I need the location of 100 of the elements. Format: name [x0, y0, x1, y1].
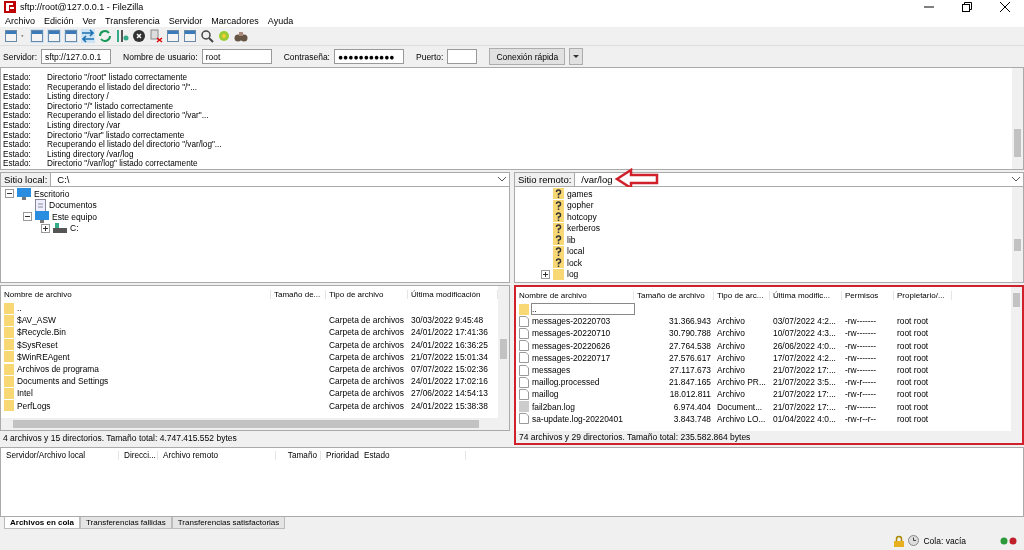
tree-item[interactable]: local: [567, 246, 585, 257]
file-name[interactable]: ..: [17, 303, 22, 314]
file-name[interactable]: $SysReset: [17, 339, 58, 350]
expander-icon[interactable]: [541, 269, 550, 279]
column-header[interactable]: Nombre de archivo: [516, 290, 634, 300]
table-cell-text: 21/07/2022 17:...: [772, 401, 837, 412]
tree-item[interactable]: Escritorio: [34, 188, 70, 199]
menu-item[interactable]: Edición: [44, 15, 74, 26]
tree-item[interactable]: lock: [567, 257, 583, 268]
file-name[interactable]: sa-update.log-20220401: [532, 413, 623, 424]
column-header[interactable]: Última modific...: [770, 290, 842, 300]
file-name[interactable]: $WinREAgent: [17, 351, 70, 362]
column-header[interactable]: Direcci...: [119, 450, 158, 460]
scrollbar[interactable]: [1011, 287, 1022, 431]
scrollbar[interactable]: [498, 286, 509, 418]
folder-icon: [4, 375, 14, 387]
table-cell-text: 24/01/2022 16:36:25: [410, 339, 489, 350]
tree-item[interactable]: lib: [567, 234, 576, 245]
column-header[interactable]: Prioridad: [321, 450, 359, 460]
file-name[interactable]: Documents and Settings: [17, 376, 109, 387]
tree-item[interactable]: games: [567, 188, 593, 199]
menu-item[interactable]: Ayuda: [267, 15, 294, 26]
column-header[interactable]: Propietario/...: [894, 290, 952, 300]
table-cell-text: 03/07/2022 4:2...: [772, 316, 837, 327]
file-name[interactable]: Archivos de programa: [17, 364, 99, 375]
tree-item[interactable]: Documentos: [49, 200, 97, 211]
cancel-icon[interactable]: [132, 29, 146, 43]
table-cell-text: 27.117.673: [668, 365, 712, 376]
tab[interactable]: Transferencias satisfactorias: [171, 517, 286, 529]
column-header[interactable]: Servidor/Archivo local: [1, 450, 119, 460]
quickconnect-button[interactable]: Conexión rápida: [489, 48, 566, 65]
scrollbar[interactable]: [1, 418, 509, 430]
tab[interactable]: Archivos en cola: [4, 517, 81, 529]
port-field[interactable]: [447, 49, 478, 64]
table-cell-text: 24/01/2022 15:38:38: [410, 400, 489, 411]
file-name[interactable]: $Recycle.Bin: [17, 327, 66, 338]
log-status-label: Estado:: [3, 82, 32, 92]
search-icon[interactable]: [200, 29, 214, 43]
column-header[interactable]: Tamaño de...: [271, 289, 326, 299]
file-icon: [519, 352, 529, 364]
file-name[interactable]: messages-20220710: [532, 328, 611, 339]
column-header[interactable]: Permisos: [842, 290, 894, 300]
table-cell-text: root root: [896, 340, 930, 351]
close-icon[interactable]: [1000, 2, 1010, 12]
column-header[interactable]: Tipo de archivo: [326, 289, 408, 299]
scrollbar[interactable]: [1012, 187, 1023, 282]
file-name[interactable]: messages-20220717: [532, 352, 611, 363]
tree-item[interactable]: Este equipo: [52, 211, 97, 222]
file-name[interactable]: Intel: [17, 388, 33, 399]
tree-item[interactable]: gopher: [567, 200, 594, 211]
column-header[interactable]: Archivo remoto: [158, 450, 276, 460]
binoculars-icon[interactable]: [234, 29, 248, 43]
expander-icon[interactable]: [41, 223, 50, 233]
tree-item[interactable]: C:: [70, 223, 79, 234]
file-name[interactable]: PerfLogs: [17, 400, 51, 411]
file-name[interactable]: messages: [532, 365, 571, 376]
status-summary: 4 archivos y 15 directorios. Tamaño total: 4.747.415.552 bytes: [3, 433, 237, 443]
file-name[interactable]: messages-20220703: [532, 316, 611, 327]
refresh-icon[interactable]: [98, 29, 112, 43]
table-cell-text: root root: [896, 401, 930, 412]
file-name[interactable]: maillog: [532, 389, 559, 400]
log-status-label: Estado:: [3, 149, 32, 159]
scrollbar[interactable]: [1012, 68, 1023, 169]
file-name[interactable]: fail2ban.log: [532, 401, 575, 412]
menu-item[interactable]: Archivo: [5, 15, 35, 26]
table-cell-text: 10/07/2022 4:3...: [772, 328, 837, 339]
file-name[interactable]: messages-20220626: [532, 340, 611, 351]
tree-item[interactable]: log: [567, 269, 579, 280]
status-summary: 74 archivos y 29 directorios. Tamaño total: 235.582.864 bytes: [519, 432, 751, 442]
text-field[interactable]: sftp://127.0.0.1: [41, 49, 111, 64]
lock-icon: [894, 534, 905, 547]
maximize-icon[interactable]: [962, 2, 972, 12]
folder-icon: [4, 302, 14, 314]
column-header[interactable]: Nombre de archivo: [1, 289, 271, 299]
tree-item[interactable]: hotcopy: [567, 211, 597, 222]
column-header[interactable]: Estado: [359, 450, 466, 460]
folder-icon: [519, 303, 529, 315]
log-message: Directorio "/root" listado correctamente: [47, 73, 188, 83]
menu-item[interactable]: Ver: [82, 15, 97, 26]
tab[interactable]: Transferencias fallidas: [80, 517, 172, 529]
unknown-folder-icon: [553, 222, 564, 234]
file-name[interactable]: ..: [532, 304, 634, 315]
expander-icon[interactable]: [23, 212, 32, 222]
tree-item[interactable]: kerberos: [567, 223, 601, 234]
file-name[interactable]: $AV_ASW: [17, 315, 56, 326]
password-field[interactable]: ●●●●●●●●●●●: [334, 49, 404, 64]
table-cell-text: Archivo: [716, 328, 746, 339]
column-header[interactable]: Tipo de arc...: [714, 290, 770, 300]
menu-item[interactable]: Servidor: [168, 15, 203, 26]
column-header[interactable]: Tamaño de archivo: [634, 290, 714, 300]
text-field[interactable]: root: [201, 49, 272, 64]
menu-item[interactable]: Marcadores: [211, 15, 259, 26]
column-header[interactable]: Tamaño: [276, 450, 321, 460]
log-message: Recuperando el listado del directorio "/var/log"...: [47, 140, 222, 150]
activity-lights-icon: [1000, 536, 1018, 545]
table-cell-text: 27.576.617: [668, 352, 712, 363]
expander-icon[interactable]: [5, 189, 14, 199]
table-cell-text: Archivo: [716, 316, 746, 327]
menu-item[interactable]: Transferencia: [105, 15, 160, 26]
file-name[interactable]: maillog.processed: [532, 377, 600, 388]
